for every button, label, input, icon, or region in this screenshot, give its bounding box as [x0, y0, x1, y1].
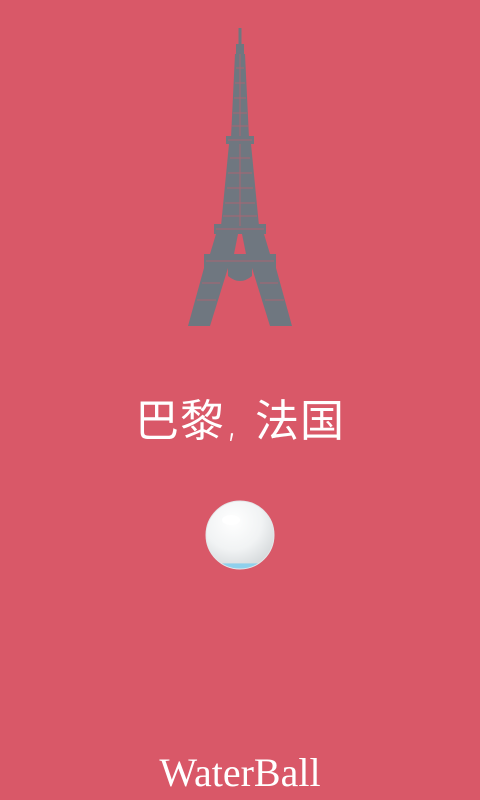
water-ball-button[interactable] — [205, 500, 275, 570]
eiffel-tower-icon — [188, 28, 292, 326]
city-title: 巴黎, 法国 — [135, 396, 345, 447]
water-ball-icon — [205, 500, 275, 570]
app-name: WaterBall — [159, 750, 321, 795]
splash-screen: 巴黎, 法国 WaterBall — [0, 0, 480, 800]
